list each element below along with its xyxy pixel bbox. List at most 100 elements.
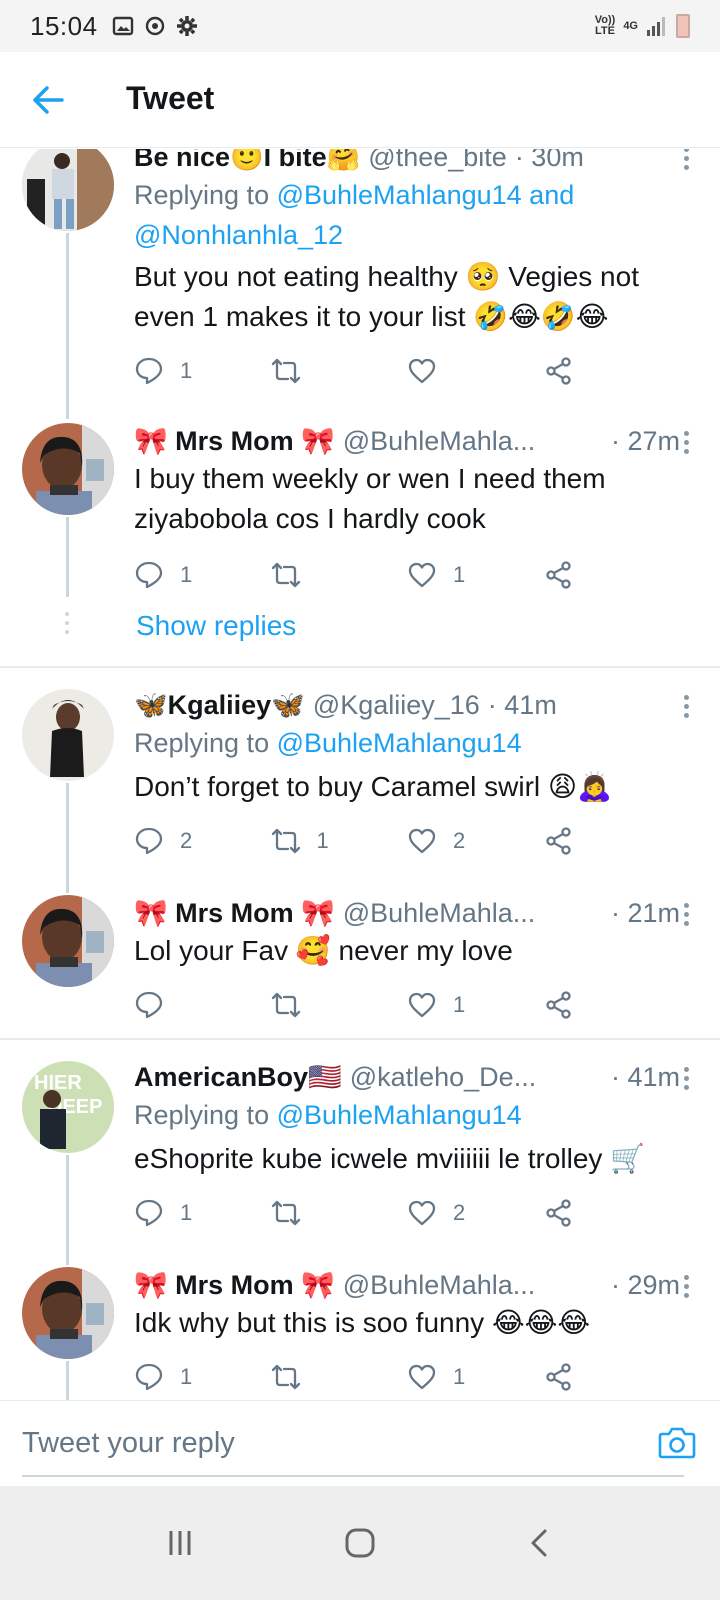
- user-handle[interactable]: @katleho_De...: [350, 1059, 537, 1095]
- heart-icon: [408, 1200, 436, 1226]
- back-icon[interactable]: [520, 1523, 560, 1563]
- camera-icon[interactable]: [658, 1425, 696, 1459]
- reply-icon: [135, 1363, 163, 1391]
- back-arrow-icon[interactable]: [30, 84, 66, 116]
- show-replies-link[interactable]: Show replies: [136, 610, 296, 642]
- user-handle[interactable]: @BuhleMahla...: [343, 1267, 536, 1303]
- reply-button[interactable]: [134, 990, 271, 1020]
- like-button[interactable]: 1: [407, 560, 544, 590]
- like-button[interactable]: 2: [407, 1198, 544, 1228]
- retweet-button[interactable]: [271, 356, 408, 386]
- tweet-item[interactable]: 🎀 Mrs Mom 🎀 @BuhleMahla... · 27m I buy t…: [0, 423, 720, 597]
- heart-icon: [408, 1364, 436, 1390]
- tweet-actions: 2 1 2: [134, 819, 680, 863]
- heart-icon: [408, 992, 436, 1018]
- display-name[interactable]: 🦋Kgaliiey🦋: [134, 687, 305, 723]
- like-button[interactable]: [407, 356, 544, 386]
- retweet-icon: [271, 1200, 300, 1226]
- more-options-icon[interactable]: [684, 1275, 690, 1299]
- like-button[interactable]: 1: [407, 1362, 544, 1392]
- display-name[interactable]: 🎀 Mrs Mom 🎀: [134, 1267, 335, 1303]
- battery-icon: [676, 14, 690, 38]
- reply-input[interactable]: Tweet your reply: [22, 1427, 235, 1460]
- share-button[interactable]: [544, 1362, 681, 1392]
- tweet-text: Lol your Fav 🥰 never my love: [134, 935, 513, 966]
- reply-button[interactable]: 2: [134, 826, 271, 856]
- tweet-item[interactable]: 🎀 Mrs Mom 🎀 @BuhleMahla... · 21m Lol you…: [0, 895, 720, 1027]
- retweet-icon: [271, 992, 300, 1018]
- share-icon: [545, 991, 571, 1019]
- like-button[interactable]: 1: [407, 990, 544, 1020]
- tweet-actions: 1 2: [134, 1191, 680, 1235]
- status-system-icons: Vo)) LTE 4G: [595, 14, 690, 38]
- share-button[interactable]: [544, 826, 681, 856]
- reply-button[interactable]: 1: [134, 1198, 271, 1228]
- more-options-icon[interactable]: [684, 431, 690, 455]
- reply-button[interactable]: 1: [134, 560, 271, 590]
- reply-button[interactable]: 1: [134, 356, 271, 386]
- heart-icon: [408, 828, 436, 854]
- reply-thread-feed[interactable]: Be nice🙂I bite🤗 @thee_bite · 30m Replyin…: [0, 149, 720, 1427]
- display-name[interactable]: Be nice🙂I bite🤗: [134, 149, 360, 175]
- user-handle[interactable]: @BuhleMahla...: [343, 895, 536, 931]
- like-button[interactable]: 2: [407, 826, 544, 856]
- retweet-button[interactable]: [271, 560, 408, 590]
- tweet-header: Be nice🙂I bite🤗 @thee_bite · 30m: [134, 149, 680, 175]
- home-icon[interactable]: [340, 1523, 380, 1563]
- tweet-actions: 1: [134, 983, 680, 1027]
- more-options-icon[interactable]: [684, 903, 690, 927]
- heart-icon: [408, 562, 436, 588]
- share-icon: [545, 357, 571, 385]
- reply-icon: [135, 827, 163, 855]
- reply-button[interactable]: 1: [134, 1362, 271, 1392]
- retweet-icon: [271, 358, 300, 384]
- share-icon: [545, 1199, 571, 1227]
- tweet-actions: 1 1: [134, 1355, 680, 1399]
- reply-icon: [135, 357, 163, 385]
- tweet-item[interactable]: Be nice🙂I bite🤗 @thee_bite · 30m Replyin…: [0, 149, 720, 393]
- share-button[interactable]: [544, 990, 681, 1020]
- more-options-icon[interactable]: [684, 149, 690, 171]
- user-handle[interactable]: @BuhleMahla...: [343, 423, 536, 459]
- collapsed-thread-dots: [65, 612, 70, 639]
- retweet-icon: [271, 828, 300, 854]
- volte-indicator: Vo)) LTE: [594, 14, 616, 37]
- reply-icon: [135, 991, 163, 1019]
- retweet-button[interactable]: 1: [271, 826, 408, 856]
- more-options-icon[interactable]: [684, 1067, 690, 1091]
- tweet-text: eShoprite kube icwele mviiiiii le trolle…: [134, 1143, 646, 1174]
- share-button[interactable]: [544, 560, 681, 590]
- user-handle[interactable]: @thee_bite: [368, 149, 507, 175]
- share-button[interactable]: [544, 356, 681, 386]
- user-handle[interactable]: @Kgaliiey_16: [313, 687, 480, 723]
- display-name[interactable]: AmericanBoy🇺🇸: [134, 1059, 342, 1095]
- reply-icon: [135, 1199, 163, 1227]
- tweet-item[interactable]: 🎀 Mrs Mom 🎀 @BuhleMahla... · 29m Idk why…: [0, 1267, 720, 1399]
- app-bar: Tweet: [0, 52, 720, 148]
- share-button[interactable]: [544, 1198, 681, 1228]
- sync-icon: [145, 16, 164, 36]
- tweet-text: But you not eating healthy 🥺 Vegies not …: [134, 261, 639, 332]
- reply-to-link[interactable]: @BuhleMahlangu14: [277, 728, 522, 758]
- retweet-button[interactable]: [271, 1362, 408, 1392]
- gallery-icon: [112, 16, 133, 36]
- share-icon: [545, 1363, 571, 1391]
- more-options-icon[interactable]: [684, 695, 690, 719]
- system-nav-bar: [0, 1486, 720, 1600]
- tweet-text: Don’t forget to buy Caramel swirl 😩🙇‍♀️: [134, 771, 612, 802]
- display-name[interactable]: 🎀 Mrs Mom 🎀: [134, 423, 335, 459]
- tweet-item[interactable]: 🦋Kgaliiey🦋 @Kgaliiey_16 · 41m Replying t…: [0, 687, 720, 863]
- display-name[interactable]: 🎀 Mrs Mom 🎀: [134, 895, 335, 931]
- tweet-item[interactable]: AmericanBoy🇺🇸 @katleho_De... · 41m Reply…: [0, 1059, 720, 1235]
- retweet-button[interactable]: [271, 990, 408, 1020]
- reply-to-link[interactable]: @BuhleMahlangu14: [277, 1100, 522, 1130]
- retweet-button[interactable]: [271, 1198, 408, 1228]
- status-bar: 15:04 Vo)) LTE 4G: [0, 0, 720, 52]
- recent-apps-icon[interactable]: [160, 1523, 200, 1563]
- retweet-icon: [271, 562, 300, 588]
- share-icon: [545, 827, 571, 855]
- tweet-header: 🦋Kgaliiey🦋 @Kgaliiey_16 · 41m: [134, 687, 680, 723]
- retweet-icon: [271, 1364, 300, 1390]
- status-notification-icons: [112, 15, 198, 37]
- thread-divider: [0, 1038, 720, 1040]
